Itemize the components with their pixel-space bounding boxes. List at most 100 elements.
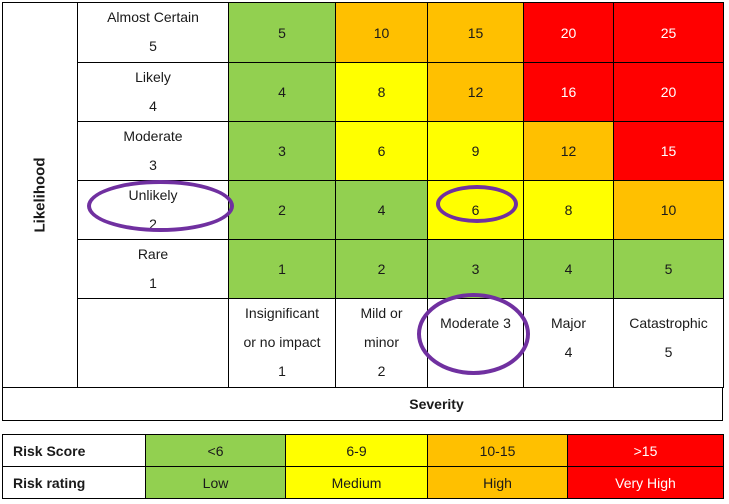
risk-score-value: 3: [471, 261, 480, 277]
legend-risk-score-text: Risk Score: [13, 442, 86, 459]
risk-score-cell: 8: [335, 62, 428, 122]
likelihood-value: 3: [149, 157, 157, 173]
legend-score-text: >15: [633, 442, 658, 459]
likelihood-row-label: Almost Certain 5: [77, 2, 229, 63]
risk-score-cell: 5: [228, 2, 336, 63]
likelihood-value: 4: [149, 98, 157, 114]
risk-score-value: 6: [377, 143, 386, 159]
risk-score-cell: 2: [228, 180, 336, 240]
risk-score-cell: 15: [427, 2, 524, 63]
legend-rating-cell: Medium: [285, 466, 428, 499]
risk-score-cell: 6: [427, 180, 524, 240]
risk-score-cell: 20: [523, 2, 614, 63]
legend-rating-text: Low: [202, 474, 229, 491]
likelihood-axis-text: Likelihood: [31, 157, 49, 233]
legend-rating-cell: Very High: [567, 466, 724, 499]
risk-score-value: 12: [467, 84, 484, 100]
risk-score-value: 25: [660, 24, 677, 41]
risk-score-cell: 12: [427, 62, 524, 122]
likelihood-row-label: Unlikely 2: [77, 180, 229, 240]
risk-score-cell: 2: [335, 239, 428, 299]
likelihood-name: Moderate: [123, 128, 183, 144]
likelihood-row-label: Rare 1: [77, 239, 229, 299]
risk-score-cell: 25: [613, 2, 724, 63]
risk-score-cell: 8: [523, 180, 614, 240]
risk-score-value: 12: [560, 143, 577, 159]
legend-rating-cell: High: [427, 466, 568, 499]
risk-score-value: 16: [560, 84, 577, 100]
legend-risk-rating-label: Risk rating: [2, 466, 146, 499]
risk-score-cell: 3: [228, 121, 336, 181]
severity-header-line: minor: [363, 334, 399, 350]
likelihood-value: 1: [149, 275, 157, 291]
likelihood-row-label: Likely 4: [77, 62, 229, 122]
likelihood-name: Unlikely: [128, 187, 178, 203]
blank-corner-cell: [77, 298, 229, 388]
risk-score-value: 20: [660, 84, 677, 100]
risk-score-cell: 6: [335, 121, 428, 181]
legend-score-cell: >15: [567, 434, 724, 467]
likelihood-value: 2: [149, 216, 157, 232]
risk-score-value: 2: [377, 261, 386, 277]
risk-score-value: 15: [660, 143, 677, 159]
risk-score-cell: 12: [523, 121, 614, 181]
risk-score-cell: 10: [335, 2, 428, 63]
likelihood-name: Almost Certain: [107, 9, 199, 25]
risk-score-value: 9: [471, 143, 480, 159]
risk-score-cell: 3: [427, 239, 524, 299]
risk-score-value: 1: [278, 261, 286, 277]
severity-header-line: 5: [664, 344, 673, 360]
severity-column-header: Major 4: [523, 298, 614, 388]
legend-rating-cell: Low: [145, 466, 286, 499]
severity-axis-label: Severity: [2, 387, 723, 421]
risk-score-value: 4: [278, 84, 286, 100]
severity-header-line: Mild or: [360, 305, 403, 321]
risk-score-value: 3: [278, 143, 286, 159]
risk-score-value: 20: [560, 24, 577, 41]
severity-column-header: Moderate 3: [427, 298, 524, 388]
legend-rating-text: High: [483, 474, 512, 491]
risk-score-cell: 16: [523, 62, 614, 122]
severity-column-header: Catastrophic 5: [613, 298, 724, 388]
risk-score-value: 15: [467, 24, 484, 41]
risk-score-value: 4: [377, 202, 386, 218]
severity-column-header: Insignificant or no impact 1: [228, 298, 336, 388]
risk-score-cell: 9: [427, 121, 524, 181]
severity-header-line: Moderate 3: [440, 315, 511, 331]
severity-header-line: Catastrophic: [629, 315, 708, 331]
risk-score-cell: 4: [228, 62, 336, 122]
severity-header-line: 4: [564, 344, 573, 360]
severity-header-line: Insignificant: [245, 305, 319, 321]
likelihood-row-label: Moderate 3: [77, 121, 229, 181]
legend-risk-score-label: Risk Score: [2, 434, 146, 467]
risk-score-cell: 10: [613, 180, 724, 240]
risk-score-value: 10: [660, 202, 677, 218]
likelihood-name: Rare: [137, 246, 169, 262]
legend-score-text: 6-9: [346, 442, 367, 459]
risk-score-value: 10: [373, 24, 390, 41]
legend-score-text: 10-15: [479, 442, 516, 459]
risk-score-value: 8: [377, 84, 386, 100]
risk-score-cell: 4: [523, 239, 614, 299]
risk-score-value: 5: [664, 261, 673, 277]
risk-score-cell: 15: [613, 121, 724, 181]
risk-score-value: 5: [278, 24, 286, 41]
severity-header-line: Major: [550, 315, 586, 331]
risk-score-value: 2: [278, 202, 286, 218]
risk-score-value: 6: [471, 202, 480, 218]
risk-score-cell: 1: [228, 239, 336, 299]
risk-score-cell: 20: [613, 62, 724, 122]
risk-score-cell: 4: [335, 180, 428, 240]
legend-risk-rating-text: Risk rating: [13, 474, 86, 491]
risk-score-value: 8: [564, 202, 573, 218]
severity-column-header: Mild or minor 2: [335, 298, 428, 388]
legend-score-cell: 6-9: [285, 434, 428, 467]
likelihood-value: 5: [149, 38, 157, 54]
legend-score-cell: 10-15: [427, 434, 568, 467]
likelihood-name: Likely: [135, 69, 171, 85]
severity-header-line: or no impact: [243, 334, 321, 350]
severity-header-line: 2: [377, 363, 386, 379]
severity-axis-text: Severity: [409, 396, 464, 412]
legend-score-cell: <6: [145, 434, 286, 467]
risk-score-value: 4: [564, 261, 573, 277]
